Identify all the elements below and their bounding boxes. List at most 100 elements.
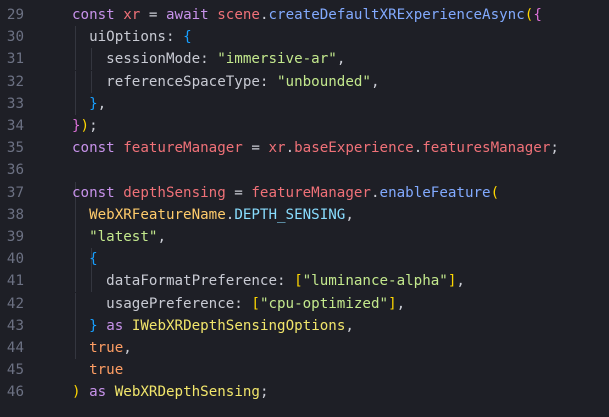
code-token: , [336,51,346,68]
code-line[interactable]: 40 { [0,248,609,271]
code-token: ) [72,384,81,401]
code-text: WebXRFeatureName.DEPTH_SENSING, [72,204,354,226]
code-token: "luminance-alpha" [302,273,448,290]
code-token: = [242,140,269,157]
line-number: 45 [6,362,24,379]
code-text: ) as WebXRDepthSensing; [72,381,269,403]
code-token: const [72,7,115,23]
code-token: = [225,184,252,201]
code-token: const [72,140,115,157]
code-line[interactable]: 39 "latest", [0,226,609,248]
code-text: "latest", [72,226,166,248]
code-token: "immersive-ar" [217,51,337,68]
code-token: ) [80,118,90,134]
code-token: , [123,340,132,356]
code-text: referenceSpaceType: "unbounded", [72,71,380,93]
code-text: true [72,359,123,381]
line-number: 34 [6,118,24,134]
code-line[interactable]: 43 } as IWebXRDepthSensingOptions, [0,314,609,337]
code-token: [ [294,273,303,290]
code-token: : [277,273,295,290]
code-text: usagePreference: ["cpu-optimized"], [72,293,405,315]
code-token: "cpu-optimized" [259,295,389,312]
code-token: ] [388,295,397,312]
code-token: await [165,7,209,23]
line-number: 41 [6,273,24,290]
code-line[interactable]: 34}); [0,115,609,137]
code-token: : [200,51,218,68]
code-line[interactable]: 35 const featureManager = xr.baseExperien… [0,137,609,159]
code-token: dataFormatPreference [72,273,277,290]
code-token: . [285,140,295,157]
code-line[interactable]: 42 usagePreference: ["cpu-optimized"], [0,292,609,315]
code-text: }, [72,93,106,115]
code-line[interactable]: 30 uiOptions: { [0,26,609,49]
code-token: referenceSpaceType [72,73,260,90]
code-token: featureManager [251,184,371,201]
code-token: uiOptions [72,29,166,46]
line-number: 31 [6,51,24,68]
code-token: DEPTH_SENSING [234,206,346,223]
code-line[interactable]: 37 const depthSensing = featureManager.en… [0,181,609,204]
code-text: uiOptions: { [72,26,192,48]
code-token: WebXRDepthSensing [114,384,260,401]
line-number: 46 [6,384,24,401]
code-token: ; [550,140,559,157]
code-text: sessionMode: "immersive-ar", [72,48,345,70]
code-token: ; [259,384,269,401]
code-line[interactable]: 45 true [0,359,609,381]
code-token: : [165,29,184,46]
code-token: : [259,73,278,90]
line-number: 29 [6,7,24,23]
code-line[interactable]: 29 const xr = await scene.createDefaultXR… [0,4,609,26]
line-number: 35 [6,140,24,157]
code-text: dataFormatPreference: ["luminance-alpha"… [72,270,465,292]
code-line[interactable]: 32 referenceSpaceType: "unbounded", [0,70,609,93]
line-number: 33 [6,95,24,112]
code-token: , [157,229,166,245]
line-number: 39 [6,229,24,245]
code-line[interactable]: 46) as WebXRDepthSensing; [0,381,609,403]
code-line[interactable]: 38 WebXRFeatureName.DEPTH_SENSING, [0,203,609,226]
line-number: 30 [6,29,24,46]
code-token: , [456,273,465,290]
code-text: } as IWebXRDepthSensingOptions, [72,315,354,337]
code-line[interactable]: 41 dataFormatPreference: ["luminance-alp… [0,270,609,293]
code-editor[interactable]: 29 const xr = await scene.createDefaultXR… [0,0,609,417]
code-text: const xr = await scene.createDefaultXREx… [72,4,542,26]
code-token: . [370,184,380,201]
code-token: . [259,7,269,23]
code-token: depthSensing [123,184,226,201]
code-text: }); [72,115,98,137]
code-line[interactable]: 44 true, [0,337,609,359]
code-token: , [370,73,380,90]
code-line[interactable]: 36 [0,159,609,181]
code-token: , [97,95,107,112]
line-number: 44 [6,340,24,356]
code-token: as [89,384,107,401]
code-token: as [106,317,124,334]
code-line[interactable]: 31 sessionMode: "immersive-ar", [0,48,609,71]
line-number: 40 [6,251,24,268]
code-token: true [89,362,124,379]
code-line[interactable]: 33 }, [0,92,609,115]
code-token: scene [217,7,260,23]
code-token: { [533,7,542,23]
code-text: true, [72,337,132,359]
code-token: } [72,118,81,134]
line-number: 37 [6,184,24,201]
code-token: , [345,317,354,334]
line-number: 38 [6,206,24,223]
code-token: [ [251,295,260,312]
code-token: ( [490,184,500,201]
code-token: : [234,295,252,312]
